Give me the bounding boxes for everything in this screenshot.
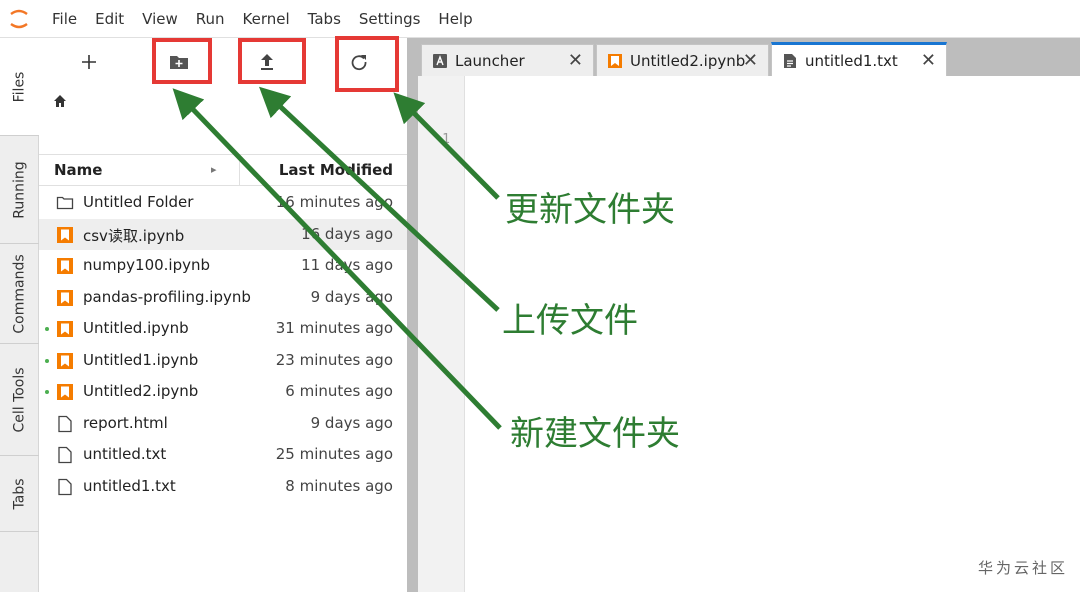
highlight-box-new-folder [152, 38, 212, 84]
column-modified-header[interactable]: Last Modified [279, 161, 393, 179]
file-list-item[interactable]: report.html 9 days ago [39, 408, 407, 440]
tab-label: untitled1.txt [805, 51, 898, 70]
menu-edit[interactable]: Edit [86, 0, 133, 38]
running-indicator-icon [45, 358, 49, 363]
sidebar-tab-label: Commands [11, 253, 28, 334]
file-browser: Name ▸ Last Modified Untitled Folder 16 m… [39, 38, 407, 592]
tab-untitled2-ipynb[interactable]: Untitled2.ipynb ✕ [596, 44, 769, 76]
sidebar-tab-label: Tabs [11, 478, 28, 509]
tab-label: Untitled2.ipynb [630, 51, 746, 70]
jupyter-logo-icon [0, 0, 38, 38]
menu-help[interactable]: Help [429, 0, 481, 38]
notebook-icon [56, 226, 74, 244]
file-list-item[interactable]: csv读取.ipynb 16 days ago [39, 218, 407, 250]
file-list-item[interactable]: Untitled Folder 16 minutes ago [39, 187, 407, 219]
annotation-upload-label: 上传文件 [502, 301, 638, 341]
document-tabbar: Launcher ✕ Untitled2.ipynb ✕ untitled1.t… [418, 38, 1080, 76]
file-list-item[interactable]: pandas-profiling.ipynb 9 days ago [39, 282, 407, 314]
home-icon [54, 95, 66, 107]
plus-icon [82, 55, 96, 69]
sidebar-tab-commands[interactable]: Commands [0, 244, 39, 344]
notebook-icon [608, 53, 622, 68]
sidebar-tab-cell-tools[interactable]: Cell Tools [0, 344, 39, 456]
file-modified: 23 minutes ago [275, 350, 393, 369]
file-icon [56, 415, 74, 433]
close-icon[interactable]: ✕ [743, 50, 758, 71]
menu-run[interactable]: Run [187, 0, 234, 38]
file-list-item[interactable]: numpy100.ipynb 11 days ago [39, 250, 407, 282]
folder-icon [56, 194, 74, 212]
column-name-header[interactable]: Name [54, 161, 102, 179]
file-modified: 16 days ago [301, 224, 393, 243]
file-icon [56, 446, 74, 464]
tab-launcher[interactable]: Launcher ✕ [421, 44, 594, 76]
file-name: Untitled Folder [83, 193, 194, 211]
menu-kernel[interactable]: Kernel [234, 0, 299, 38]
notebook-icon [56, 320, 74, 338]
file-name: Untitled2.ipynb [83, 382, 199, 400]
highlight-box-refresh [335, 36, 399, 92]
file-modified: 11 days ago [301, 256, 393, 274]
file-list-header: Name ▸ Last Modified [39, 154, 407, 186]
breadcrumb-home[interactable] [53, 93, 73, 113]
file-name: Untitled.ipynb [83, 319, 189, 337]
tab-untitled1-txt[interactable]: untitled1.txt ✕ [771, 42, 947, 76]
menu-bar: File Edit View Run Kernel Tabs Settings … [0, 0, 1080, 38]
sidebar-tab-files[interactable]: Files [0, 38, 40, 136]
menu-view[interactable]: View [133, 0, 187, 38]
notebook-icon [56, 257, 74, 275]
file-name: csv读取.ipynb [83, 226, 185, 245]
close-icon[interactable]: ✕ [568, 50, 583, 71]
file-list: Untitled Folder 16 minutes ago csv读取.ipynb… [39, 187, 407, 502]
file-name: untitled.txt [83, 445, 167, 463]
menu-settings[interactable]: Settings [350, 0, 430, 38]
file-name: report.html [83, 413, 168, 432]
file-modified: 9 days ago [310, 287, 393, 306]
file-modified: 9 days ago [310, 413, 393, 432]
file-list-item[interactable]: Untitled1.ipynb 23 minutes ago [39, 345, 407, 377]
notebook-icon [56, 352, 74, 370]
watermark: 华为云社区 [977, 559, 1068, 577]
close-icon[interactable]: ✕ [921, 50, 936, 71]
file-name: numpy100.ipynb [83, 256, 211, 274]
left-sidebar-tabbar: Files Running Commands Cell Tools Tabs [0, 38, 40, 592]
annotation-refresh-label: 更新文件夹 [505, 190, 675, 230]
file-list-item[interactable]: untitled1.txt 8 minutes ago [39, 471, 407, 503]
file-name: Untitled1.ipynb [83, 350, 199, 369]
new-launcher-button[interactable] [67, 46, 111, 78]
running-indicator-icon [45, 390, 49, 394]
file-name: pandas-profiling.ipynb [83, 287, 251, 306]
file-modified: 16 minutes ago [275, 193, 393, 211]
panel-splitter[interactable] [407, 38, 418, 592]
tab-label: Launcher [455, 51, 525, 70]
line-number: 1 [442, 132, 450, 147]
sidebar-tab-running[interactable]: Running [0, 136, 39, 244]
file-modified: 8 minutes ago [285, 476, 393, 495]
text-file-icon [784, 53, 796, 68]
notebook-icon [56, 289, 74, 307]
file-list-item[interactable]: Untitled2.ipynb 6 minutes ago [39, 376, 407, 408]
sort-caret-icon: ▸ [211, 163, 217, 176]
column-divider [239, 155, 240, 185]
sidebar-tab-label: Running [11, 160, 28, 219]
sidebar-tab-label: Files [11, 71, 28, 102]
file-name: untitled1.txt [83, 476, 176, 495]
annotation-new-folder-label: 新建文件夹 [510, 414, 680, 454]
menu-file[interactable]: File [43, 0, 86, 38]
file-icon [56, 478, 74, 496]
notebook-icon [56, 383, 74, 401]
sidebar-tab-label: Cell Tools [11, 366, 28, 433]
file-list-item[interactable]: Untitled.ipynb 31 minutes ago [39, 313, 407, 345]
sidebar-tab-tabs[interactable]: Tabs [0, 456, 39, 532]
launcher-icon [433, 53, 447, 68]
file-list-item[interactable]: untitled.txt 25 minutes ago [39, 439, 407, 471]
file-modified: 6 minutes ago [285, 382, 393, 400]
file-modified: 31 minutes ago [275, 319, 393, 337]
line-number-gutter: 1 [418, 76, 465, 592]
highlight-box-upload [238, 38, 306, 84]
running-indicator-icon [45, 327, 49, 331]
file-modified: 25 minutes ago [275, 445, 393, 463]
menu-tabs[interactable]: Tabs [299, 0, 350, 38]
